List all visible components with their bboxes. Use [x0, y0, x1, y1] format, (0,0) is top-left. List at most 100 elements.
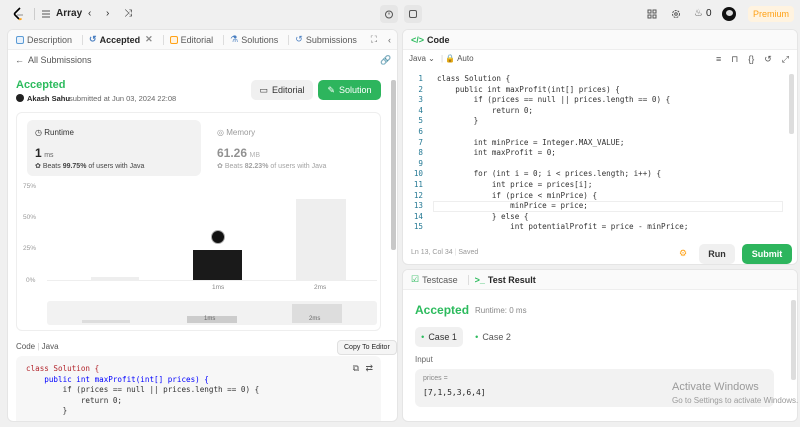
- fullscreen-icon[interactable]: ⤢: [782, 54, 789, 65]
- editorial-button[interactable]: ▭ Editorial: [251, 80, 313, 100]
- editor-scrollbar[interactable]: [789, 74, 794, 134]
- fire-icon: ♨: [694, 8, 703, 19]
- clock-icon: ◷: [35, 128, 42, 137]
- runtime-card[interactable]: ◷ Runtime 1 ms ✿ Beats 99.75% of users w…: [27, 120, 201, 176]
- editor-line[interactable]: 10 for (int i = 0; i < prices.length; i+…: [403, 169, 783, 180]
- editor-line[interactable]: 11 int price = prices[i];: [403, 180, 783, 191]
- layout-button[interactable]: [643, 5, 661, 23]
- all-submissions-link[interactable]: All Submissions: [28, 55, 92, 65]
- dot-icon: •: [421, 332, 425, 342]
- line-number: 9: [418, 158, 423, 168]
- prev-problem-icon[interactable]: ‹: [88, 7, 91, 21]
- top-bar: Array ‹ › ⤨ ♨ 0 Premium: [0, 0, 800, 28]
- histogram-bar[interactable]: [91, 277, 139, 280]
- bookmark-icon[interactable]: ⊓: [731, 54, 738, 65]
- run-button[interactable]: Run: [699, 244, 735, 264]
- memory-value: 61.26: [217, 146, 248, 160]
- code-line: return 0;: [26, 395, 123, 405]
- beats-icon: ✿: [217, 163, 223, 170]
- user-name[interactable]: Akash Sahu: [27, 94, 70, 103]
- tab-solutions[interactable]: ⚗ Solutions: [230, 34, 278, 45]
- y-tick-0: 0%: [26, 277, 36, 284]
- tab-submissions[interactable]: ↺ Submissions: [295, 34, 357, 45]
- submission-status: Accepted: [16, 79, 66, 91]
- case-2-tab[interactable]: • Case 2: [469, 327, 517, 347]
- histogram-bar-highlight[interactable]: [193, 250, 242, 280]
- user-avatar: [16, 94, 24, 102]
- line-text: int maxProfit = 0;: [437, 148, 556, 158]
- line-number: 2: [418, 84, 423, 94]
- memory-label-row: ◎ Memory: [217, 128, 256, 137]
- copy-to-editor-icon[interactable]: ⇄: [365, 363, 373, 374]
- timer-button[interactable]: [380, 5, 398, 23]
- editor-toolbar: ≡ ⊓ {} ↺ ⤢: [716, 54, 789, 65]
- settings-button[interactable]: [667, 5, 685, 23]
- link-icon[interactable]: 🔗: [380, 55, 391, 66]
- line-number: 4: [418, 105, 423, 115]
- code-editor[interactable]: 1 class Solution {2 public int maxProfit(…: [403, 72, 783, 235]
- editor-line[interactable]: 3 if (prices == null || prices.length ==…: [403, 95, 783, 106]
- braces-icon[interactable]: {}: [748, 54, 754, 65]
- avatar[interactable]: [722, 7, 736, 21]
- reset-icon[interactable]: ↺: [764, 54, 772, 65]
- debug-icon[interactable]: ⚙: [679, 248, 687, 259]
- leetcode-logo-icon[interactable]: [13, 7, 25, 21]
- copy-icon[interactable]: ⧉: [353, 363, 359, 374]
- lock-icon: 🔒: [445, 54, 456, 63]
- memory-card[interactable]: ◎ Memory 61.26 MB ✿ Beats 82.23% of user…: [209, 120, 379, 176]
- solution-button[interactable]: ✎ Solution: [318, 80, 381, 100]
- collapse-icon[interactable]: ‹: [388, 35, 391, 45]
- line-number: 15: [413, 222, 423, 232]
- editor-line[interactable]: 4 return 0;: [403, 106, 783, 117]
- language-select[interactable]: Java ⌄: [409, 54, 435, 63]
- line-number: 5: [418, 116, 423, 126]
- range-selector[interactable]: 1ms 2ms: [47, 301, 377, 325]
- back-arrow-icon[interactable]: ←: [15, 55, 24, 65]
- editor-line[interactable]: 12 if (price < minPrice) {: [403, 191, 783, 202]
- list-icon[interactable]: [41, 9, 51, 19]
- format-icon[interactable]: ≡: [716, 54, 721, 65]
- auto-mode[interactable]: | 🔒 Auto: [441, 54, 474, 63]
- code-icon: </>: [411, 34, 425, 45]
- runtime-label-row: ◷ Runtime: [35, 128, 75, 137]
- tab-editorial[interactable]: Editorial: [169, 35, 213, 45]
- y-tick-25: 25%: [23, 245, 37, 252]
- note-button[interactable]: [404, 5, 422, 23]
- result-scrollbar[interactable]: [791, 300, 796, 380]
- left-scrollbar[interactable]: [391, 80, 396, 250]
- editor-line[interactable]: 14 } else {: [403, 212, 783, 223]
- problem-list-title[interactable]: Array: [56, 7, 82, 21]
- tab-description[interactable]: Description: [16, 35, 72, 45]
- chart-baseline: [47, 280, 377, 281]
- editor-line[interactable]: 8 int maxProfit = 0;: [403, 148, 783, 159]
- submit-button[interactable]: Submit: [742, 244, 792, 264]
- tab-test-result[interactable]: >_ Test Result: [475, 275, 536, 285]
- tab-testcase[interactable]: ☑ Testcase: [411, 274, 458, 285]
- premium-button[interactable]: Premium: [748, 6, 794, 22]
- tab-accepted[interactable]: ↺ Accepted ✕: [89, 34, 153, 45]
- runtime-beats: ✿ Beats 99.75% of users with Java: [35, 163, 145, 170]
- editor-line[interactable]: 2 public int maxProfit(int[] prices) {: [403, 85, 783, 96]
- maximize-icon[interactable]: ⛶: [371, 34, 377, 45]
- stats-box: ◷ Runtime 1 ms ✿ Beats 99.75% of users w…: [16, 112, 381, 331]
- description-icon: [16, 35, 24, 44]
- line-number: 13: [413, 201, 423, 211]
- case-1-tab[interactable]: • Case 1: [415, 327, 463, 347]
- line-text: class Solution {: [437, 74, 511, 83]
- flask-icon: ⚗: [230, 34, 239, 44]
- editor-line[interactable]: 6: [403, 127, 783, 138]
- x-label-2ms: 2ms: [314, 284, 327, 291]
- histogram-bar[interactable]: [296, 199, 346, 280]
- editor-line[interactable]: 9: [403, 159, 783, 170]
- editor-line[interactable]: 7 int minPrice = Integer.MAX_VALUE;: [403, 138, 783, 149]
- activate-windows-title: Activate Windows: [672, 381, 759, 393]
- tab-code[interactable]: </> Code: [411, 35, 450, 45]
- close-tab-icon[interactable]: ✕: [145, 34, 153, 45]
- shuffle-icon[interactable]: ⤨: [124, 7, 132, 21]
- editor-line[interactable]: 1 class Solution {: [403, 74, 783, 85]
- line-text: int minPrice = Integer.MAX_VALUE;: [437, 137, 625, 147]
- editor-line[interactable]: 15 int potentialProfit = price - minPric…: [403, 222, 783, 233]
- next-problem-icon[interactable]: ›: [106, 7, 109, 21]
- editor-line[interactable]: 5 }: [403, 116, 783, 127]
- pen-icon: ✎: [327, 84, 335, 95]
